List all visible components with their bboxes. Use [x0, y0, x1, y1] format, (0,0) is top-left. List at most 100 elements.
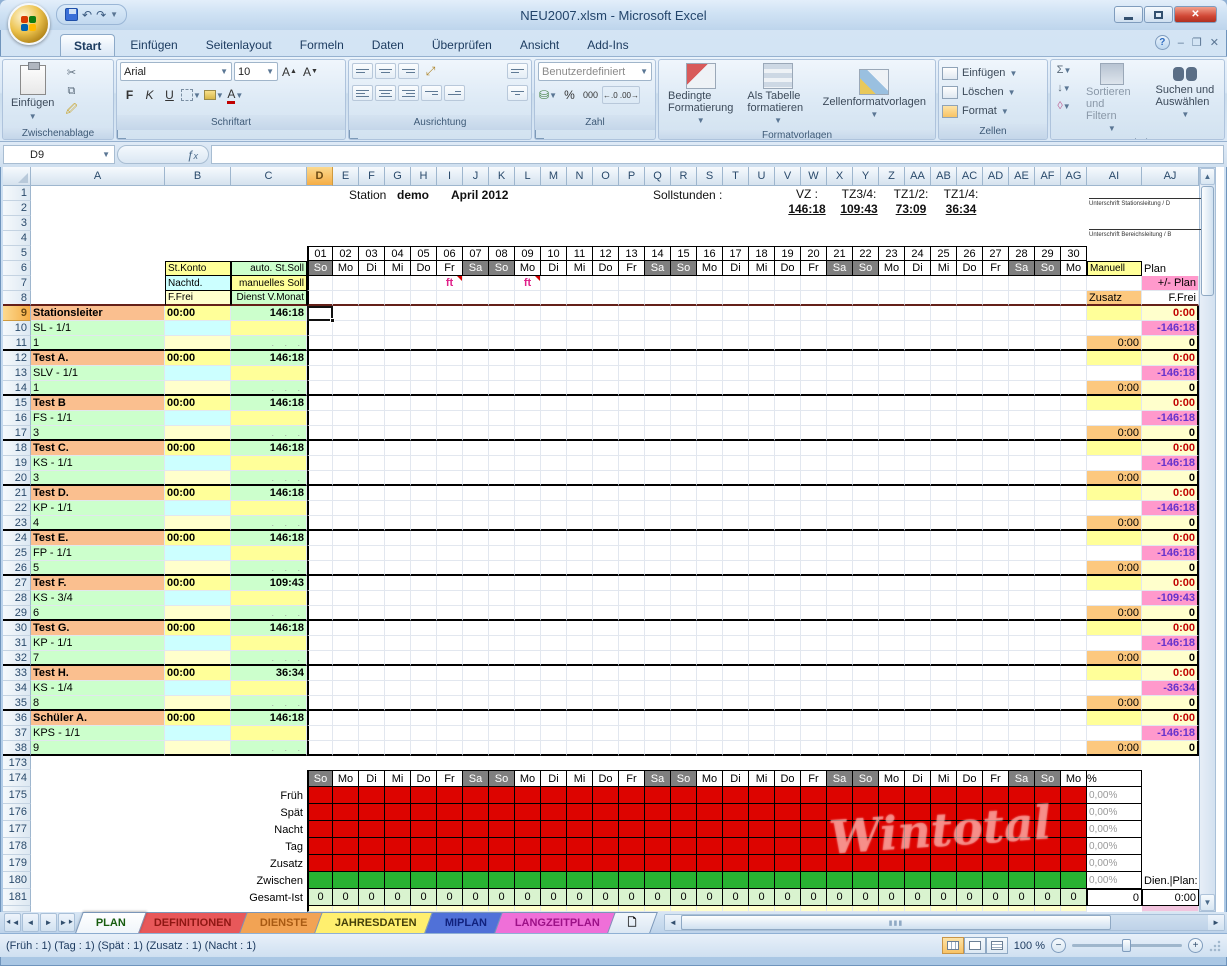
summary-cell[interactable]: [931, 872, 957, 889]
plan-cell[interactable]: [905, 636, 931, 651]
plan-cell[interactable]: [853, 621, 879, 636]
formula-input[interactable]: [211, 145, 1224, 164]
plan-cell[interactable]: [671, 501, 697, 516]
manuelles-soll-cell[interactable]: [231, 726, 307, 741]
plan-cell[interactable]: [437, 711, 463, 726]
plan-cell[interactable]: [1035, 576, 1061, 591]
plan-cell[interactable]: [853, 396, 879, 411]
plan-cell[interactable]: [515, 501, 541, 516]
plan-cell[interactable]: [333, 501, 359, 516]
plan-cell[interactable]: [333, 351, 359, 366]
plan-cell[interactable]: [359, 606, 385, 621]
plan-cell[interactable]: [645, 366, 671, 381]
plan-cell[interactable]: [697, 441, 723, 456]
plan-cell[interactable]: [463, 531, 489, 546]
plan-cell[interactable]: [307, 711, 333, 726]
summary-cell[interactable]: [723, 838, 749, 855]
gesamt-ist-cell[interactable]: 0: [541, 889, 567, 906]
gesamt-ist-cell[interactable]: 0: [1035, 889, 1061, 906]
plan-cell[interactable]: [723, 681, 749, 696]
row-header-174[interactable]: 174: [3, 770, 31, 787]
col-header-Q[interactable]: Q: [645, 167, 671, 186]
legend-st-konto[interactable]: St.Konto: [165, 261, 231, 276]
manuelles-soll-cell[interactable]: [231, 366, 307, 381]
plan-cell[interactable]: [1061, 441, 1087, 456]
plan-cell[interactable]: [489, 681, 515, 696]
plan-cell[interactable]: [489, 621, 515, 636]
plan-cell[interactable]: [1061, 681, 1087, 696]
plan-cell[interactable]: [723, 336, 749, 351]
plan-cell[interactable]: [619, 396, 645, 411]
plan-cell[interactable]: [541, 741, 567, 756]
plan-cell[interactable]: [801, 396, 827, 411]
summary-cell[interactable]: [515, 821, 541, 838]
summary-cell[interactable]: [411, 872, 437, 889]
summary-cell[interactable]: [671, 838, 697, 855]
plan-cell[interactable]: [671, 621, 697, 636]
plan-cell[interactable]: [879, 606, 905, 621]
plan-cell[interactable]: [463, 711, 489, 726]
plan-cell[interactable]: [645, 426, 671, 441]
plan-cell[interactable]: [567, 606, 593, 621]
plan-cell[interactable]: [697, 486, 723, 501]
sort-filter-button[interactable]: Sortieren und Filtern▼: [1080, 62, 1144, 136]
summary-cell[interactable]: [411, 855, 437, 872]
summary-cell[interactable]: [411, 838, 437, 855]
day-cell[interactable]: [307, 276, 333, 291]
accounting-format-icon[interactable]: ⛁▼: [538, 86, 558, 104]
plan-cell[interactable]: [827, 546, 853, 561]
plan-cell[interactable]: [307, 411, 333, 426]
plan-cell[interactable]: [749, 501, 775, 516]
plan-cell[interactable]: [1061, 366, 1087, 381]
col-header-AE[interactable]: AE: [1009, 167, 1035, 186]
empty-cell[interactable]: [1142, 804, 1199, 821]
plan-cell[interactable]: [983, 576, 1009, 591]
plan-cell[interactable]: [489, 396, 515, 411]
day-cell[interactable]: [1009, 276, 1035, 291]
plan-cell[interactable]: [437, 531, 463, 546]
weekday-27[interactable]: Fr: [983, 261, 1009, 276]
person-qualification[interactable]: SLV - 1/1: [31, 366, 165, 381]
plan-cell[interactable]: [411, 366, 437, 381]
plan-cell[interactable]: [983, 441, 1009, 456]
col-header-B[interactable]: B: [165, 167, 231, 186]
plan-cell[interactable]: [1061, 636, 1087, 651]
plan-cell[interactable]: [489, 741, 515, 756]
plan-cell[interactable]: [645, 666, 671, 681]
day-cell[interactable]: [983, 276, 1009, 291]
summary-weekday-19[interactable]: Do: [775, 770, 801, 787]
day-number-14[interactable]: 14: [645, 246, 671, 261]
person-stkonto[interactable]: 00:00: [165, 306, 231, 321]
weekday-06[interactable]: Fr: [437, 261, 463, 276]
row-header-28[interactable]: 28: [3, 591, 31, 606]
summary-cell[interactable]: [853, 787, 879, 804]
plan-cell[interactable]: [827, 306, 853, 321]
plan-cell[interactable]: [957, 366, 983, 381]
empty-cell[interactable]: [1087, 636, 1142, 651]
empty-cell[interactable]: [1142, 787, 1199, 804]
plan-cell[interactable]: [515, 381, 541, 396]
plan-cell[interactable]: [1009, 636, 1035, 651]
plan-cell[interactable]: [385, 381, 411, 396]
plan-cell[interactable]: [931, 546, 957, 561]
plan-cell[interactable]: [983, 486, 1009, 501]
plan-cell[interactable]: [723, 396, 749, 411]
plan-cell[interactable]: [307, 636, 333, 651]
plan-cell[interactable]: [931, 636, 957, 651]
summary-cell[interactable]: [801, 855, 827, 872]
plan-cell[interactable]: [385, 426, 411, 441]
plan-cell[interactable]: [775, 306, 801, 321]
plan-cell[interactable]: [853, 321, 879, 336]
plan-cell[interactable]: [957, 381, 983, 396]
plan-cell[interactable]: [463, 576, 489, 591]
row-header-15[interactable]: 15: [3, 396, 31, 411]
summary-weekday-12[interactable]: Do: [593, 770, 619, 787]
plan-cell[interactable]: [411, 561, 437, 576]
plan-cell[interactable]: [359, 426, 385, 441]
col-header-AI[interactable]: AI: [1087, 167, 1142, 186]
header-band-cell[interactable]: [31, 216, 1199, 231]
plan-cell[interactable]: [801, 636, 827, 651]
zusatz-value[interactable]: 0:00: [1087, 516, 1142, 531]
plan-cell[interactable]: [567, 531, 593, 546]
nachtdienst-cell[interactable]: [165, 501, 231, 516]
